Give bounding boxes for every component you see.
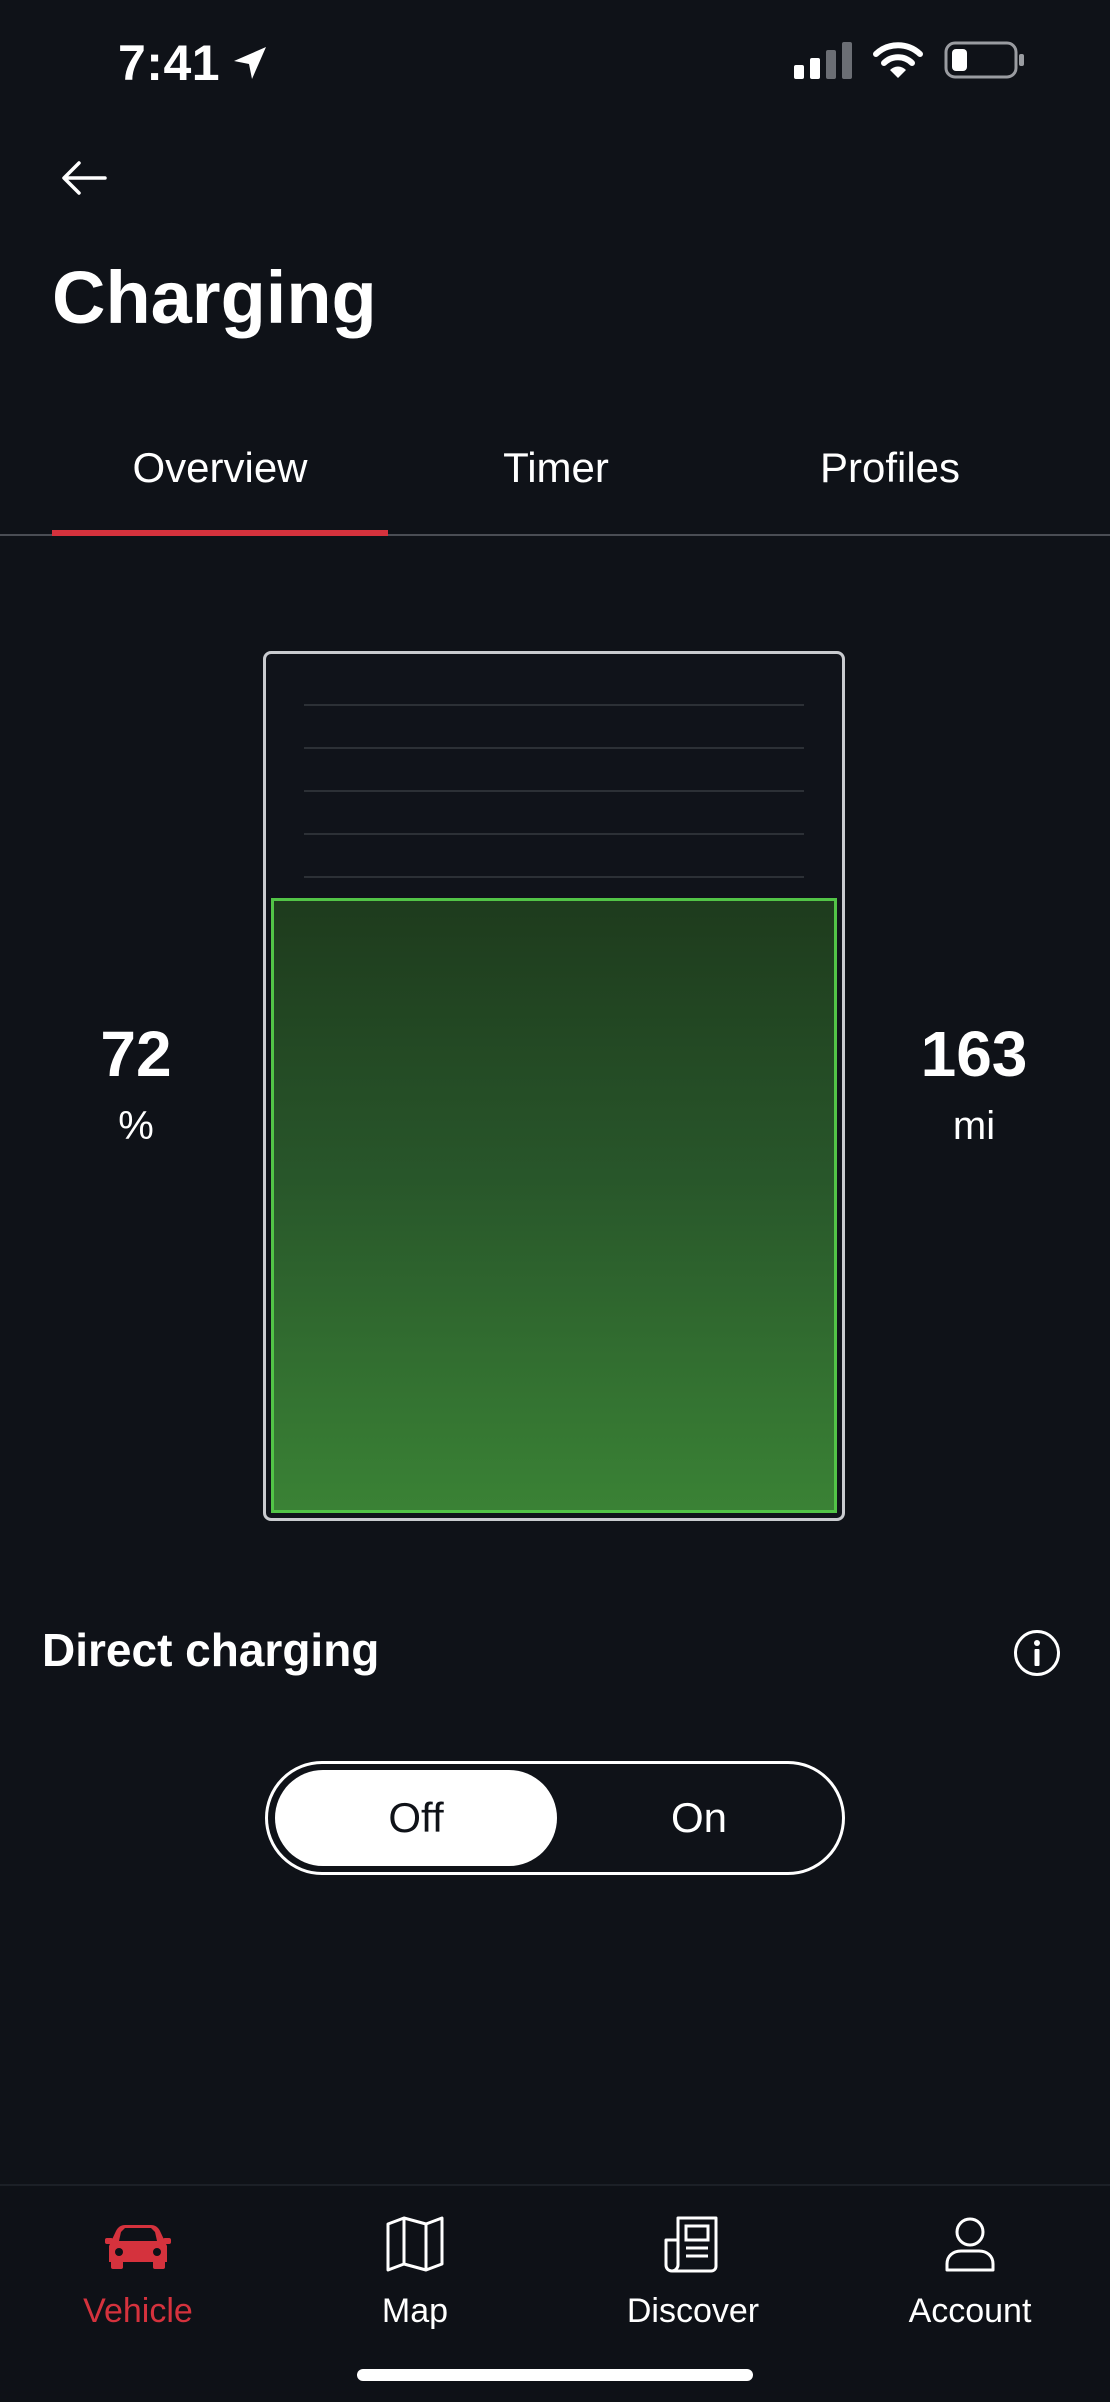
tab-timer[interactable]: Timer — [388, 430, 724, 534]
status-bar-right — [794, 40, 1026, 80]
toggle-off-option[interactable]: Off — [275, 1770, 557, 1866]
battery-level-fill — [271, 898, 837, 1513]
clock: 7:41 — [118, 35, 221, 91]
info-button[interactable] — [1012, 1628, 1062, 1678]
map-icon — [386, 2216, 444, 2272]
gauge-gridline — [304, 876, 804, 878]
tab-profiles[interactable]: Profiles — [722, 430, 1058, 534]
toggle-on-option[interactable]: On — [558, 1770, 840, 1866]
tab-overview[interactable]: Overview — [52, 430, 388, 534]
nav-discover[interactable]: Discover — [583, 2204, 803, 2354]
car-icon — [105, 2225, 171, 2269]
gauge-gridline — [304, 747, 804, 749]
status-bar-time: 7:41 — [118, 34, 270, 92]
battery-status-icon — [944, 41, 1024, 79]
direct-charging-label: Direct charging — [42, 1624, 380, 1676]
nav-vehicle[interactable]: Vehicle — [28, 2204, 248, 2354]
battery-range-unit: mi — [952, 1104, 996, 1148]
battery-percent: 72 % — [36, 1018, 236, 1156]
battery-percent-unit: % — [118, 1104, 154, 1148]
nav-map[interactable]: Map — [305, 2204, 525, 2354]
arrow-left-icon — [62, 161, 107, 195]
direct-charging-toggle: Off On — [265, 1761, 845, 1875]
account-icon — [945, 2217, 995, 2272]
back-button[interactable] — [52, 146, 116, 210]
tab-bar: Overview Timer Profiles — [0, 430, 1110, 536]
gauge-gridline — [304, 833, 804, 835]
battery-gauge — [263, 651, 845, 1521]
battery-range-value: 163 — [920, 1018, 1028, 1090]
nav-map-label: Map — [381, 2292, 449, 2330]
info-icon — [1014, 1630, 1060, 1676]
gauge-gridline — [304, 790, 804, 792]
news-icon — [664, 2216, 718, 2273]
nav-account[interactable]: Account — [860, 2204, 1080, 2354]
nav-account-label: Account — [908, 2292, 1032, 2330]
cellular-signal-icon — [794, 42, 852, 79]
home-indicator — [357, 2369, 753, 2381]
battery-range: 163 mi — [874, 1018, 1074, 1156]
tab-active-indicator — [52, 530, 388, 536]
nav-discover-label: Discover — [626, 2292, 760, 2330]
nav-vehicle-label: Vehicle — [83, 2292, 193, 2330]
location-arrow-icon — [234, 47, 267, 79]
page-title: Charging — [52, 256, 377, 339]
battery-percent-value: 72 — [100, 1018, 172, 1090]
wifi-icon — [873, 42, 923, 78]
gauge-gridline — [304, 704, 804, 706]
